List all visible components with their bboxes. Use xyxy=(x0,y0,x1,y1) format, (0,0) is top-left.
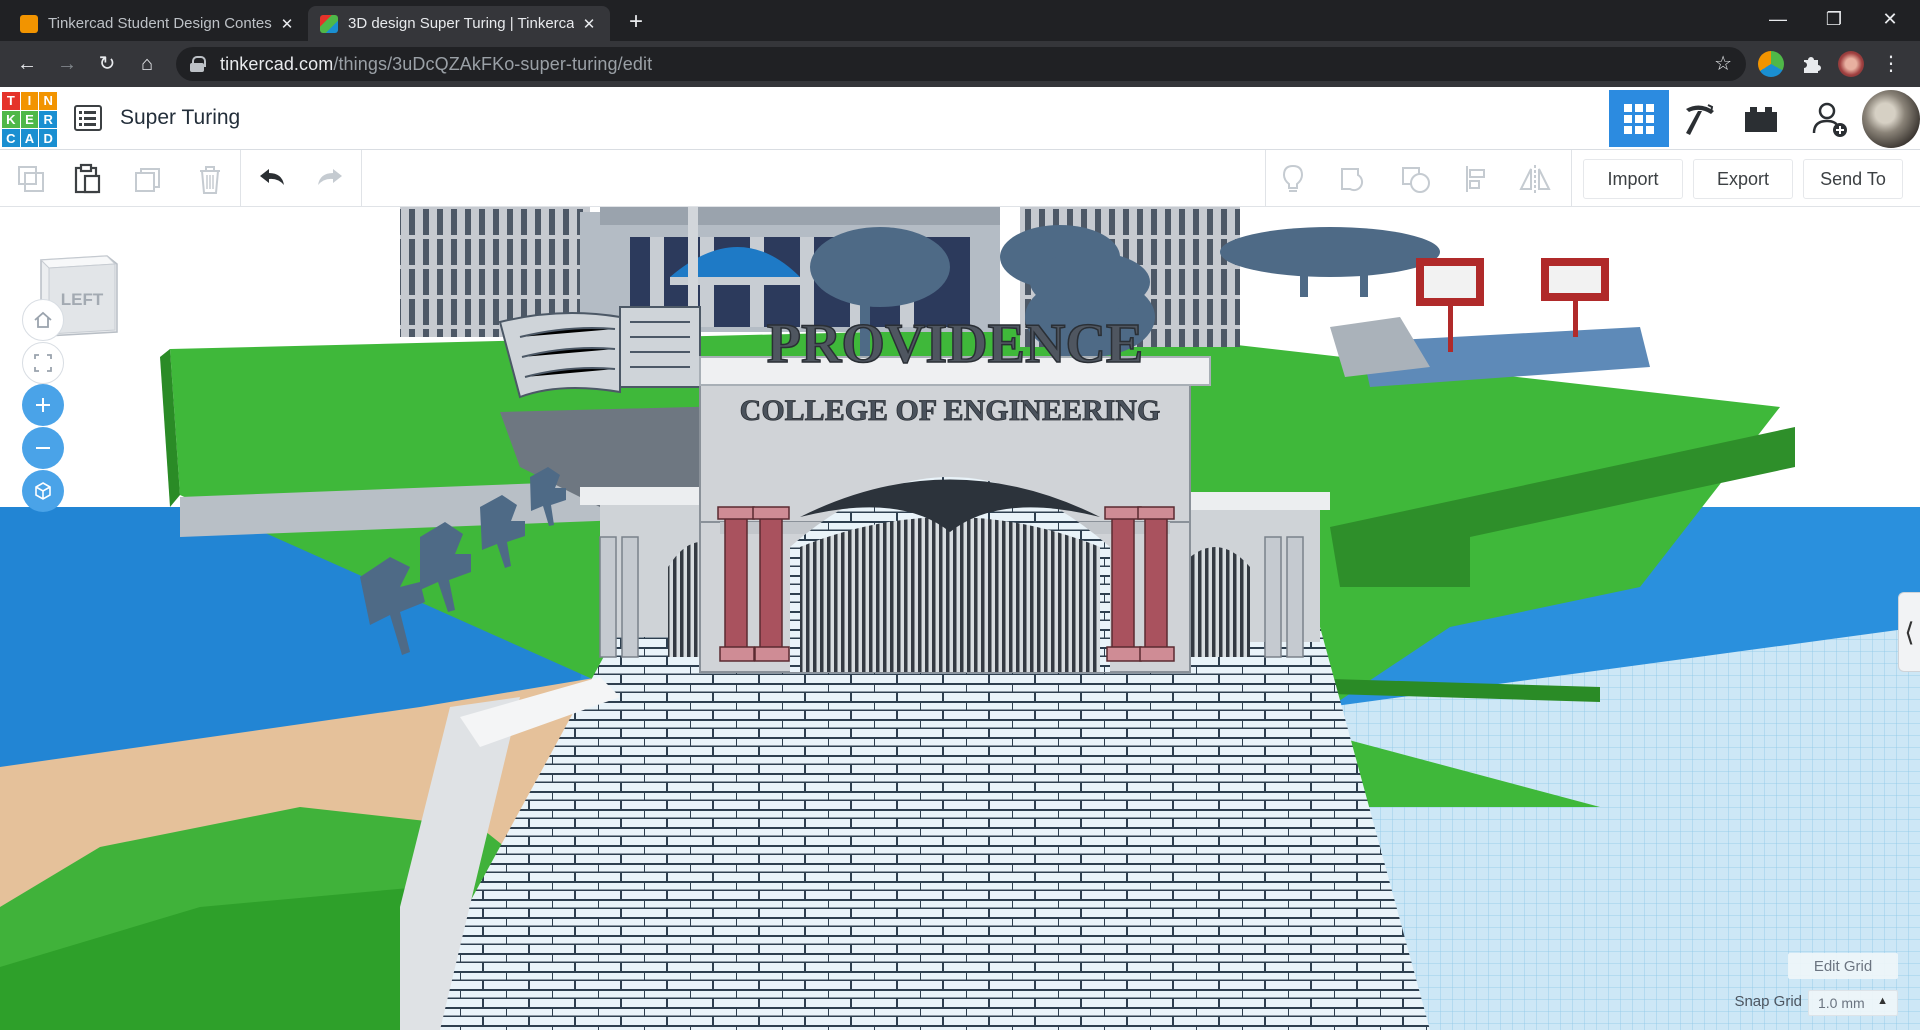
reload-button[interactable]: ↻ xyxy=(92,49,122,79)
3d-viewport[interactable]: PROVIDENCE COLLEGE OF ENGINEERING LEFT ⟨… xyxy=(0,207,1920,1030)
extensions-puzzle-icon[interactable] xyxy=(1798,51,1824,77)
view-cube-face-label: LEFT xyxy=(61,290,104,309)
address-bar[interactable]: tinkercad.com/things/3uDcQZAkFKo-super-t… xyxy=(176,47,1746,81)
logo-letter: C xyxy=(2,129,20,147)
home-button[interactable]: ⌂ xyxy=(132,49,162,79)
app-header: T I N K E R C A D Super Turing xyxy=(0,87,1920,150)
collapse-panel-button[interactable]: ⟨ xyxy=(1898,592,1920,672)
tab-contest[interactable]: Tinkercad Student Design Contest ✕ xyxy=(8,6,308,41)
minimize-window-button[interactable]: — xyxy=(1750,0,1806,41)
profile-avatar[interactable] xyxy=(1838,51,1864,77)
tab-title: Tinkercad Student Design Contest xyxy=(48,15,272,32)
logo-letter: R xyxy=(39,110,57,129)
mirror-button[interactable] xyxy=(1514,158,1556,200)
pickaxe-icon xyxy=(1686,103,1714,135)
tinkercad-favicon-icon xyxy=(320,14,338,33)
duplicate-button[interactable] xyxy=(128,158,170,200)
browser-menu-icon[interactable]: ⋮ xyxy=(1878,51,1904,77)
design-list-icon[interactable] xyxy=(74,105,102,131)
close-tab-icon[interactable]: ✕ xyxy=(580,15,598,33)
lock-icon xyxy=(190,56,206,72)
home-view-button[interactable] xyxy=(22,299,64,341)
grid-icon xyxy=(1624,103,1654,134)
undo-icon xyxy=(260,169,284,185)
plus-icon xyxy=(36,398,50,412)
url-path: /things/3uDcQZAkFKo-super-turing/edit xyxy=(333,53,653,74)
paste-button[interactable] xyxy=(66,158,108,200)
cube-icon xyxy=(35,482,51,500)
tab-design[interactable]: 3D design Super Turing | Tinkercad ✕ xyxy=(308,6,610,41)
browser-tab-bar: Tinkercad Student Design Contest ✕ 3D de… xyxy=(0,0,1920,41)
close-window-button[interactable]: ✕ xyxy=(1862,0,1918,41)
snap-grid-value: 1.0 mm xyxy=(1818,995,1865,1011)
zoom-out-button[interactable] xyxy=(22,427,64,469)
align-button[interactable] xyxy=(1456,158,1498,200)
snap-grid-select[interactable]: 1.0 mm ▲ xyxy=(1808,990,1898,1016)
design-title[interactable]: Super Turing xyxy=(120,106,240,130)
3d-view-button[interactable] xyxy=(1609,90,1669,147)
copy-icon xyxy=(18,166,44,192)
fit-view-icon xyxy=(34,354,52,372)
export-button[interactable]: Export xyxy=(1693,159,1793,199)
url-domain: tinkercad.com xyxy=(220,53,334,74)
sign-providence-text: PROVIDENCE xyxy=(767,313,1143,375)
paste-icon xyxy=(74,163,101,194)
delete-button[interactable] xyxy=(189,158,231,200)
3d-scene[interactable]: PROVIDENCE COLLEGE OF ENGINEERING xyxy=(0,207,1920,1030)
fit-view-button[interactable] xyxy=(22,342,64,384)
bricks-view-button[interactable] xyxy=(1731,90,1791,147)
trash-icon xyxy=(200,166,220,194)
forward-button[interactable]: → xyxy=(52,49,82,79)
logo-letter: E xyxy=(20,110,39,129)
ortho-view-button[interactable] xyxy=(22,470,64,512)
logo-letter: D xyxy=(39,129,57,147)
ungroup-icon xyxy=(1402,167,1430,193)
ungroup-button[interactable] xyxy=(1395,158,1437,200)
restore-window-button[interactable]: ❐ xyxy=(1806,0,1862,41)
browser-toolbar: ← → ↻ ⌂ tinkercad.com/things/3uDcQZAkFKo… xyxy=(0,41,1920,87)
extension-icon[interactable] xyxy=(1758,51,1784,77)
tab-title: 3D design Super Turing | Tinkercad xyxy=(348,15,574,32)
blocks-view-button[interactable] xyxy=(1670,90,1730,147)
url-text: tinkercad.com/things/3uDcQZAkFKo-super-t… xyxy=(220,54,652,75)
align-icon xyxy=(1466,166,1485,192)
back-button[interactable]: ← xyxy=(12,49,42,79)
tinkercad-logo[interactable]: T I N K E R C A D xyxy=(2,92,57,147)
invite-people-button[interactable] xyxy=(1800,90,1860,147)
import-button[interactable]: Import xyxy=(1583,159,1683,199)
close-tab-icon[interactable]: ✕ xyxy=(278,15,296,33)
logo-letter: T xyxy=(2,92,20,110)
edit-grid-button[interactable]: Edit Grid xyxy=(1788,953,1898,979)
duplicate-icon xyxy=(135,168,160,192)
new-tab-button[interactable]: + xyxy=(622,8,650,36)
notes-button[interactable] xyxy=(1272,158,1314,200)
tinkercad-contest-favicon-icon xyxy=(20,14,38,33)
caret-up-icon: ▲ xyxy=(1877,995,1888,1007)
zoom-in-button[interactable] xyxy=(22,384,64,426)
sign-college-text: COLLEGE OF ENGINEERING xyxy=(740,394,1161,427)
home-icon xyxy=(34,311,52,328)
logo-letter: K xyxy=(2,110,20,129)
redo-icon xyxy=(318,169,342,185)
snap-grid-label: Snap Grid xyxy=(1734,993,1802,1010)
mirror-icon xyxy=(1519,165,1551,193)
logo-letter: I xyxy=(20,92,39,110)
user-avatar[interactable] xyxy=(1862,90,1920,148)
bookmark-star-icon[interactable]: ☆ xyxy=(1714,51,1732,76)
group-button[interactable] xyxy=(1333,158,1375,200)
minus-icon xyxy=(36,447,50,449)
add-user-icon xyxy=(1812,102,1847,137)
logo-letter: N xyxy=(39,92,57,110)
brick-icon xyxy=(1745,106,1777,132)
lightbulb-icon xyxy=(1282,164,1304,192)
logo-letter: A xyxy=(20,129,39,147)
edit-toolbar: Import Export Send To xyxy=(0,150,1920,207)
undo-button[interactable] xyxy=(251,158,293,200)
copy-button[interactable] xyxy=(10,158,52,200)
send-to-button[interactable]: Send To xyxy=(1803,159,1903,199)
redo-button[interactable] xyxy=(309,158,351,200)
group-icon xyxy=(1341,168,1364,192)
